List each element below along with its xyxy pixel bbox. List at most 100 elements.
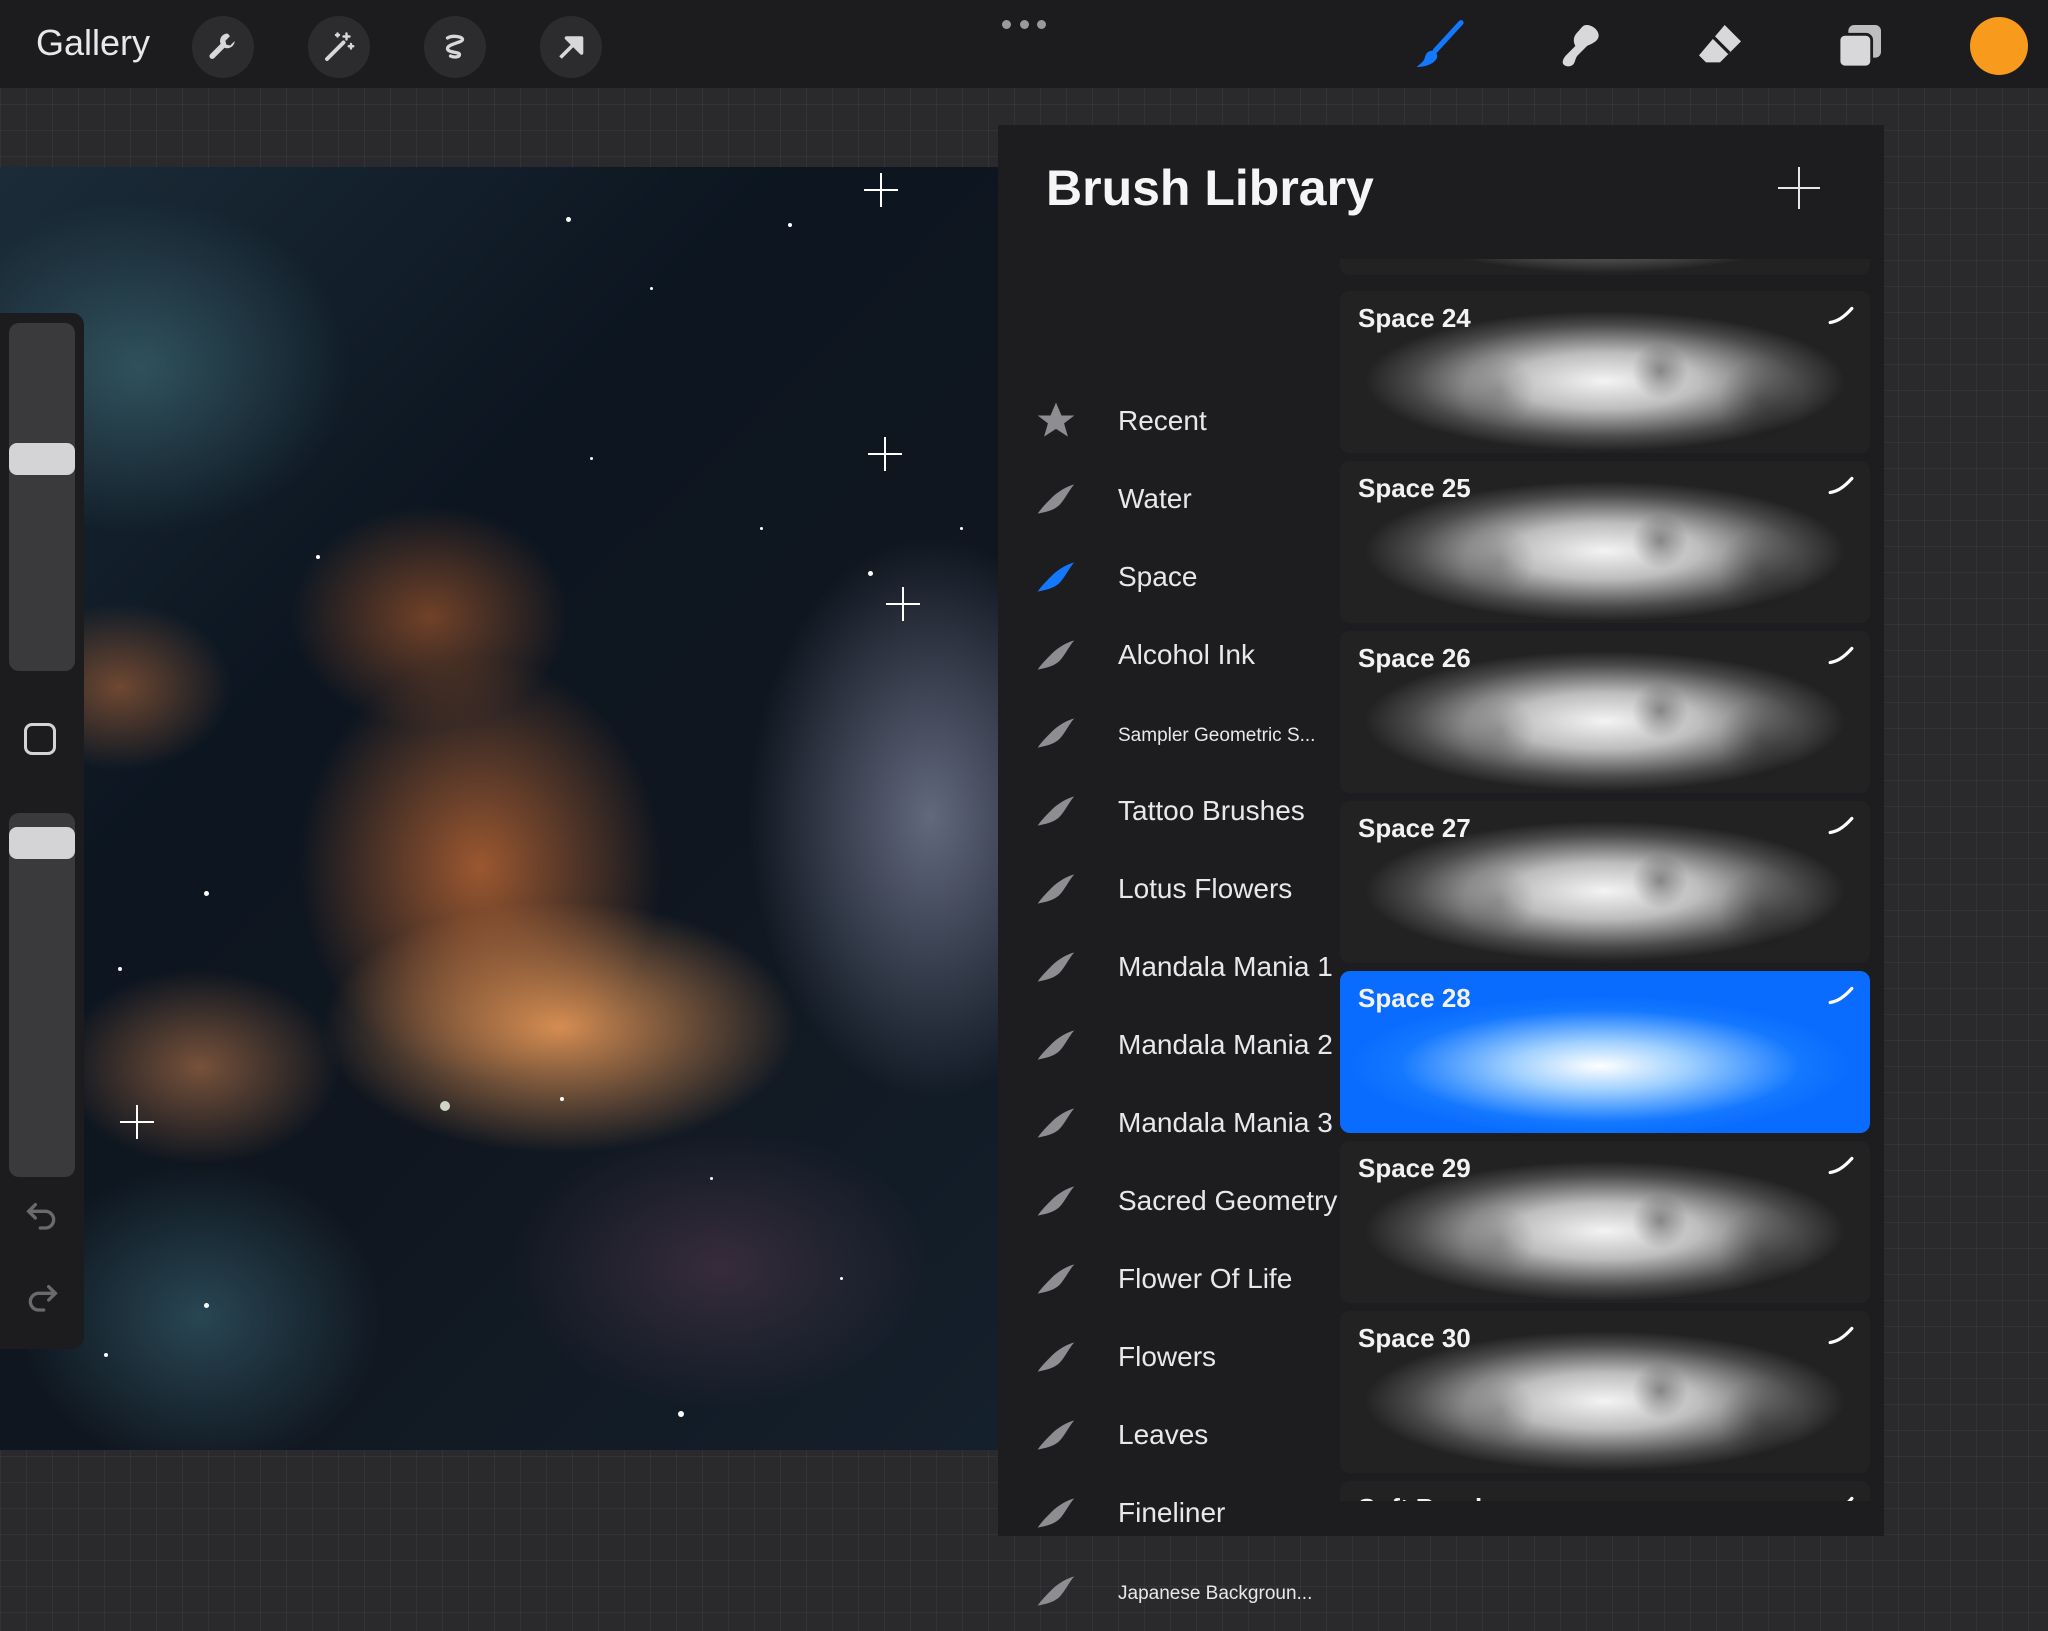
brush-size-slider[interactable] (9, 323, 75, 671)
star (204, 1303, 209, 1308)
brush-type-icon (1828, 1156, 1854, 1175)
brush-card[interactable]: Space 26 (1340, 631, 1870, 793)
brush-type-icon (1847, 1496, 1854, 1501)
brush-type-icon (1828, 646, 1854, 665)
brush-card-partial[interactable] (1340, 259, 1870, 275)
add-brush-button[interactable] (1778, 167, 1820, 209)
brush-stroke-icon (1037, 1420, 1075, 1450)
eraser-icon (1699, 25, 1741, 63)
smudge-tool-button[interactable] (1548, 14, 1612, 78)
brush-stroke-icon (1037, 796, 1075, 826)
star (868, 571, 873, 576)
star (118, 967, 122, 971)
brush-name: Space 28 (1358, 983, 1471, 1013)
selection-button[interactable] (424, 16, 486, 78)
brush-tool-button[interactable] (1408, 14, 1472, 78)
brush-set-item[interactable]: Leaves (998, 1397, 1338, 1475)
brush-set-label: Mandala Mania 3 (1118, 1107, 1333, 1138)
brush-library-panel: Brush Library Recent Water Space Alcohol In… (998, 125, 1884, 1606)
brush-stroke-icon (1037, 1108, 1075, 1138)
brush-stroke-icon (1037, 1186, 1075, 1216)
color-picker-button[interactable] (1970, 17, 2028, 75)
brush-stroke-icon (1037, 640, 1075, 670)
brush-set-item[interactable]: Flowers (998, 1319, 1338, 1397)
artwork-canvas[interactable] (0, 167, 998, 1450)
star (840, 1277, 843, 1280)
brush-set-item[interactable]: Alcohol Ink (998, 617, 1338, 695)
brush-set-item[interactable]: Japanese Backgroun... (998, 1553, 1338, 1631)
brush-set-label: Alcohol Ink (1118, 639, 1255, 670)
brush-stroke-icon (1037, 1498, 1075, 1528)
brush-set-item[interactable]: Sampler Geometric S... (998, 695, 1338, 773)
more-options-icon[interactable] (1002, 20, 1046, 30)
brush-set-label: Mandala Mania 2 (1118, 1029, 1333, 1060)
brush-set-label: Fineliner (1118, 1497, 1226, 1528)
brush-set-label: Water (1118, 483, 1192, 514)
brush-set-label: Sampler Geometric S... (1118, 725, 1316, 746)
undo-icon[interactable] (22, 1193, 62, 1233)
brush-stroke-icon (1037, 1030, 1075, 1060)
star (678, 1411, 684, 1417)
brush-list: Space 24 Space 25 Space 26 Space 27 Space 28… (1340, 259, 1870, 1501)
adjustments-button[interactable] (308, 16, 370, 78)
brush-stroke-icon (1037, 1264, 1075, 1294)
brush-card[interactable]: Space 28 (1340, 971, 1870, 1133)
brush-type-icon (1828, 986, 1854, 1005)
bright-star (868, 437, 902, 471)
star (650, 287, 653, 290)
brush-set-item[interactable]: Lotus Flowers (998, 851, 1338, 929)
brush-stroke-icon (1037, 1576, 1075, 1606)
brush-type-icon (1828, 306, 1854, 325)
brush-set-label: Leaves (1118, 1419, 1209, 1450)
brush-card[interactable]: Space 29 (1340, 1141, 1870, 1303)
brush-set-label: Mandala Mania 1 (1118, 951, 1333, 982)
opacity-thumb[interactable] (9, 827, 75, 859)
brush-set-item[interactable]: Mandala Mania 2 (998, 1007, 1338, 1085)
brush-set-item[interactable]: Tattoo Brushes (998, 773, 1338, 851)
brush-icon (1416, 20, 1464, 67)
brush-set-item[interactable]: Fineliner (998, 1475, 1338, 1553)
brush-set-label: Recent (1118, 405, 1207, 436)
brush-set-label: Japanese Backgroun... (1118, 1583, 1313, 1604)
brush-set-item[interactable]: Flower Of Life (998, 1241, 1338, 1319)
brush-set-item[interactable]: Water (998, 461, 1338, 539)
brush-card[interactable]: Space 30 (1340, 1311, 1870, 1473)
star-icon (1037, 402, 1075, 437)
star (560, 1097, 564, 1101)
redo-icon[interactable] (22, 1275, 62, 1315)
star (788, 223, 792, 227)
star (440, 1101, 450, 1111)
actions-button[interactable] (192, 16, 254, 78)
star (566, 217, 571, 222)
brush-name: Space 25 (1358, 473, 1471, 503)
brush-name: Space 24 (1358, 303, 1471, 333)
modify-button[interactable] (24, 723, 56, 755)
brush-set-label: Tattoo Brushes (1118, 795, 1305, 826)
brush-set-item[interactable]: Space (998, 539, 1338, 617)
gallery-button[interactable]: Gallery (36, 22, 150, 64)
brush-set-item[interactable]: Sacred Geometry (998, 1163, 1338, 1241)
bright-star (886, 587, 920, 621)
brush-stroke-icon (1037, 1342, 1075, 1372)
brush-card[interactable]: Space 27 (1340, 801, 1870, 963)
brush-name: Space 26 (1358, 643, 1471, 673)
brush-set-item[interactable]: Mandala Mania 1 (998, 929, 1338, 1007)
eraser-tool-button[interactable] (1688, 14, 1752, 78)
brush-card[interactable]: Space 24 (1340, 291, 1870, 453)
brush-name: Space 27 (1358, 813, 1471, 843)
panel-title: Brush Library (1046, 160, 1374, 216)
brush-card[interactable]: Soft Brush (1340, 1481, 1870, 1501)
brush-type-icon (1828, 476, 1854, 495)
brush-set-item[interactable]: Mandala Mania 3 (998, 1085, 1338, 1163)
layers-button[interactable] (1828, 14, 1892, 78)
brush-set-item[interactable]: Recent (998, 383, 1338, 461)
brush-stroke-icon (1037, 718, 1075, 748)
brush-stroke-icon (1037, 874, 1075, 904)
transform-button[interactable] (540, 16, 602, 78)
brush-size-thumb[interactable] (9, 443, 75, 475)
brush-card[interactable]: Space 25 (1340, 461, 1870, 623)
magic-wand-icon (325, 32, 355, 61)
brush-stroke-icon (1037, 484, 1075, 514)
brush-stroke-icon (1037, 562, 1075, 592)
opacity-slider[interactable] (9, 813, 75, 1177)
